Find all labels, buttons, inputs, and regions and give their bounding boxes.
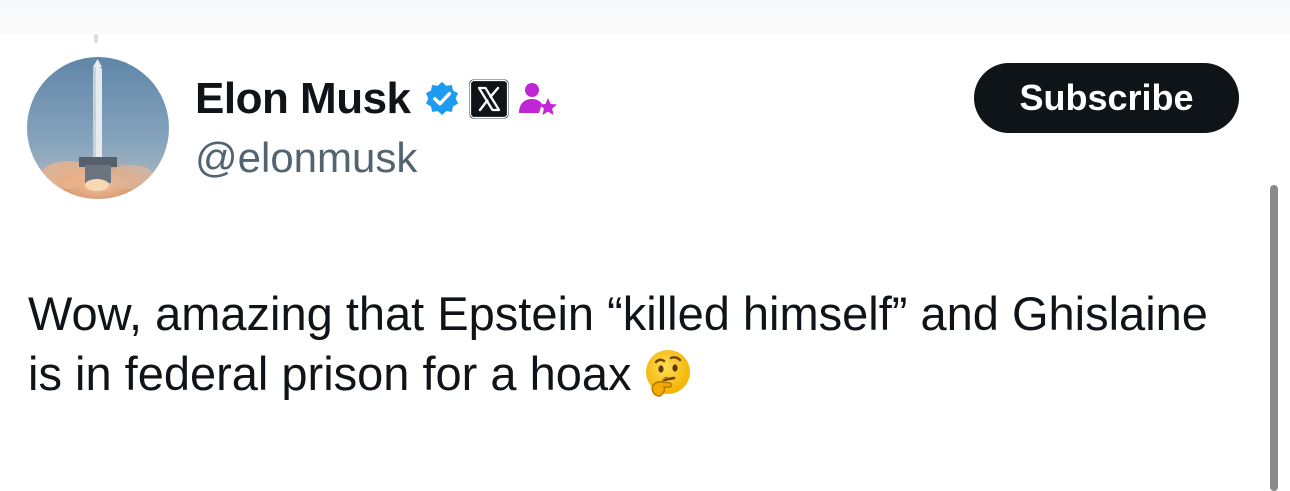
- avatar[interactable]: [27, 57, 169, 199]
- x-logo-badge-icon[interactable]: [469, 79, 509, 119]
- tweet-text: Wow, amazing that Epstein “killed himsel…: [28, 287, 1208, 400]
- thread-connector: [94, 34, 98, 43]
- user-handle[interactable]: @elonmusk: [195, 137, 417, 179]
- tweet-body: Wow, amazing that Epstein “killed himsel…: [28, 284, 1248, 414]
- previous-content-edge: [0, 0, 1290, 34]
- verified-checkmark-icon[interactable]: [423, 80, 461, 118]
- thinking-face-emoji-icon: [642, 348, 694, 414]
- display-name[interactable]: Elon Musk: [195, 77, 411, 121]
- scrollbar[interactable]: [1270, 185, 1278, 491]
- tweet-view: Elon Musk @elonmusk Subscribe Wow, amazi…: [0, 0, 1290, 491]
- affiliate-person-star-icon[interactable]: [517, 79, 559, 119]
- subscribe-button[interactable]: Subscribe: [974, 63, 1239, 133]
- name-row: Elon Musk: [195, 70, 559, 128]
